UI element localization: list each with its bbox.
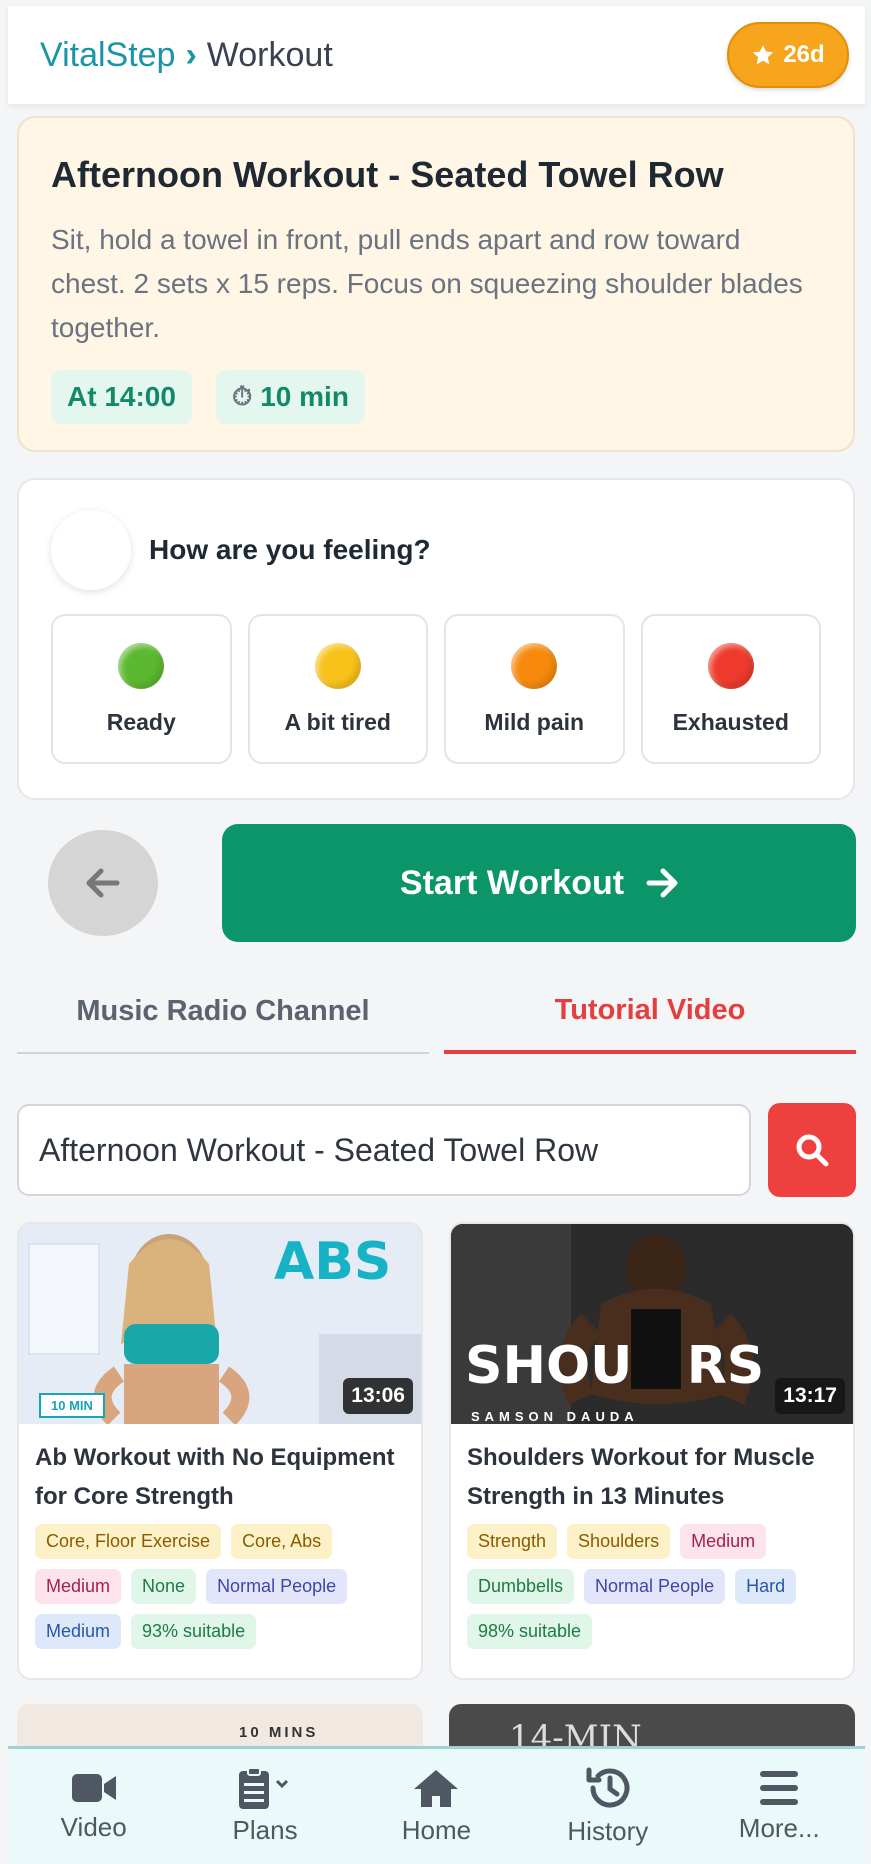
tag-equipment: Dumbbells	[467, 1569, 575, 1604]
search-button[interactable]	[768, 1103, 856, 1197]
thumbnail-badge: 10 MIN	[39, 1393, 105, 1418]
tag-exercise-type: Strength	[467, 1524, 558, 1559]
home-icon	[414, 1770, 459, 1807]
workout-duration: 10 min	[260, 381, 349, 412]
yellow-circle-icon	[314, 642, 361, 689]
feeling-option-a-bit-tired[interactable]: A bit tired	[247, 614, 428, 764]
tab-music-radio-channel[interactable]: Music Radio Channel	[17, 970, 429, 1054]
video-card[interactable]: ABS 10 MIN 13:06 Ab Workout with No Equi…	[17, 1222, 423, 1680]
nav-label: More...	[738, 1813, 820, 1843]
video-tags: Strength Shoulders Medium Dumbbells Norm…	[451, 1516, 853, 1649]
workout-time: At 14:00	[67, 381, 176, 412]
feeling-option-label: A bit tired	[284, 708, 391, 735]
workout-time-chip: At 14:00	[51, 370, 192, 424]
tag-intensity: Medium	[35, 1569, 122, 1604]
star-icon	[753, 45, 774, 65]
search-icon	[796, 1134, 829, 1167]
nav-item-more[interactable]: More...	[699, 1769, 859, 1844]
feeling-question: How are you feeling?	[149, 534, 431, 565]
thumbnail-title-text: SHOU RS	[465, 1336, 765, 1396]
app-header: VitalStep › Workout 26d	[8, 6, 865, 104]
video-duration: 13:06	[343, 1378, 413, 1414]
tag-equipment: None	[131, 1569, 197, 1604]
breadcrumb-current-page: Workout	[206, 35, 333, 74]
tag-body-part: Core, Abs	[231, 1524, 333, 1559]
thumbnail-title-text: ABS	[274, 1232, 392, 1292]
video-card[interactable]: SHOU RS SAMSON DAUDA 13:17 Shoulders Wor…	[449, 1222, 855, 1680]
streak-badge[interactable]: 26d	[727, 22, 849, 88]
feeling-option-exhausted[interactable]: Exhausted	[640, 614, 821, 764]
nav-label: Video	[60, 1812, 127, 1842]
tag-suitability: 98% suitable	[467, 1614, 593, 1649]
video-search-input[interactable]	[17, 1104, 751, 1196]
video-thumbnail[interactable]: ABS 10 MIN 13:06	[19, 1224, 421, 1424]
tab-label: Music Radio Channel	[76, 994, 370, 1027]
nav-label: Home	[401, 1815, 472, 1845]
arrow-right-icon	[646, 868, 678, 898]
breadcrumb-separator: ›	[185, 35, 197, 74]
feeling-option-label: Mild pain	[484, 708, 585, 735]
thumbnail-badge: SAMSON DAUDA	[471, 1409, 639, 1424]
video-duration: 13:17	[775, 1378, 845, 1414]
video-tags: Core, Floor Exercise Core, Abs Medium No…	[19, 1516, 421, 1649]
video-title[interactable]: Shoulders Workout for Muscle Strength in…	[451, 1424, 853, 1516]
menu-icon	[760, 1771, 799, 1805]
tab-tutorial-video[interactable]: Tutorial Video	[444, 970, 856, 1054]
tag-intensity: Medium	[680, 1524, 767, 1559]
bottom-navigation: Video Plans Home History More...	[8, 1746, 865, 1864]
tag-body-part: Shoulders	[567, 1524, 671, 1559]
nav-item-video[interactable]: Video	[14, 1770, 174, 1843]
tag-exercise-type: Core, Floor Exercise	[35, 1524, 222, 1559]
history-icon	[586, 1767, 630, 1808]
orange-circle-icon	[511, 642, 558, 689]
video-camera-icon	[71, 1774, 116, 1802]
start-workout-button[interactable]: Start Workout	[222, 824, 856, 942]
workout-description: Sit, hold a towel in front, pull ends ap…	[51, 224, 803, 343]
clipboard-list-icon	[239, 1767, 289, 1809]
video-title[interactable]: Ab Workout with No Equipment for Core St…	[19, 1424, 421, 1516]
nav-item-history[interactable]: History	[528, 1766, 688, 1847]
nav-item-plans[interactable]: Plans	[185, 1767, 345, 1846]
tag-suitability: 93% suitable	[131, 1614, 257, 1649]
red-circle-icon	[707, 642, 754, 689]
feeling-option-ready[interactable]: Ready	[51, 614, 232, 764]
feeling-option-label: Ready	[106, 708, 176, 735]
tag-difficulty: Hard	[735, 1569, 797, 1604]
workout-duration-chip: ⏱ 10 min	[215, 370, 365, 424]
breadcrumb-app-link[interactable]: VitalStep	[40, 36, 175, 75]
stopwatch-icon: ⏱	[231, 381, 253, 411]
start-workout-label: Start Workout	[399, 863, 625, 902]
workout-card: Afternoon Workout - Seated Towel Row Sit…	[17, 116, 855, 452]
tag-difficulty: Medium	[35, 1614, 122, 1649]
arrow-left-icon	[86, 868, 120, 898]
feeling-option-label: Exhausted	[672, 708, 789, 735]
nav-label: History	[567, 1816, 649, 1846]
mood-avatar	[51, 510, 131, 590]
breadcrumb: VitalStep › Workout	[40, 36, 333, 75]
green-circle-icon	[118, 642, 165, 689]
thumbnail-badge: 10 MINS	[239, 1724, 319, 1741]
workout-title: Afternoon Workout - Seated Towel Row	[51, 154, 724, 195]
back-button[interactable]	[48, 830, 158, 936]
nav-item-home[interactable]: Home	[356, 1767, 516, 1846]
streak-count: 26d	[783, 41, 825, 68]
tag-audience: Normal People	[584, 1569, 726, 1604]
tab-label: Tutorial Video	[554, 993, 746, 1026]
nav-label: Plans	[232, 1815, 298, 1845]
feeling-option-mild-pain[interactable]: Mild pain	[444, 614, 625, 764]
video-thumbnail[interactable]: SHOU RS SAMSON DAUDA 13:17	[451, 1224, 853, 1424]
tag-audience: Normal People	[206, 1569, 348, 1604]
feeling-card: How are you feeling? Ready A bit tired M…	[17, 478, 855, 800]
